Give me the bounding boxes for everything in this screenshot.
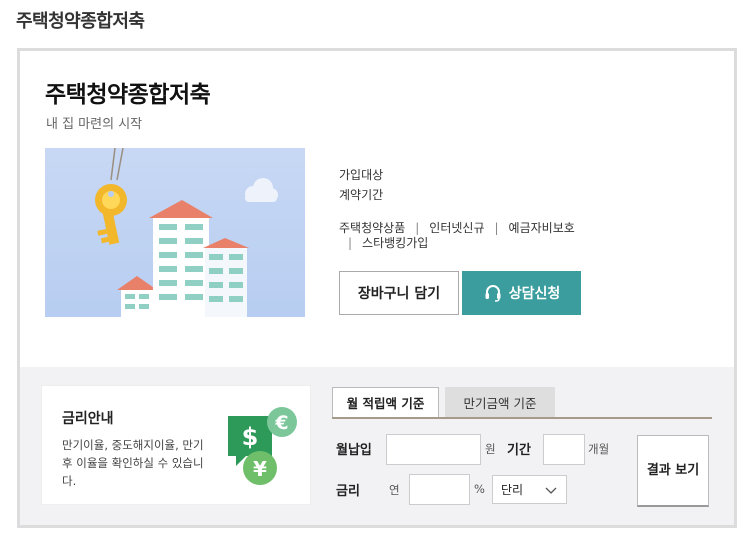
product-info-labels: 가입대상 계약기간 bbox=[339, 165, 383, 205]
house-key-illustration bbox=[95, 148, 278, 317]
rate-input[interactable] bbox=[409, 474, 470, 505]
info-label-eligibility: 가입대상 bbox=[339, 168, 384, 182]
month-unit: 개월 bbox=[588, 442, 610, 456]
period-input[interactable] bbox=[543, 434, 585, 465]
product-card: 주택청약종합저축 내 집 마련의 시작 가입대상 계약기간 주택청약상품 | 인… bbox=[17, 48, 737, 528]
percent-unit: % bbox=[474, 482, 485, 496]
interest-type-select[interactable]: 단리 bbox=[492, 475, 567, 504]
interest-type-value: 단리 bbox=[501, 483, 524, 497]
tab-monthly-deposit[interactable]: 월 적립액 기준 bbox=[332, 387, 439, 417]
page-heading: 주택청약종합저축 bbox=[16, 11, 145, 32]
rate-info-title: 금리안내 bbox=[62, 411, 114, 427]
product-illustration bbox=[45, 148, 305, 317]
rate-info-description: 만기이율, 중도해지이율, 만기후 이율을 확인하실 수 있습니다. bbox=[62, 438, 204, 488]
link-starbanking[interactable]: 스타뱅킹가입 bbox=[362, 236, 428, 250]
tab-underline bbox=[332, 417, 712, 419]
show-result-button[interactable]: 결과 보기 bbox=[637, 435, 709, 507]
consult-button[interactable]: 상담신청 bbox=[462, 271, 581, 315]
money-currency-icon: $ € ¥ bbox=[228, 407, 297, 485]
add-to-cart-button[interactable]: 장바구니 담기 bbox=[339, 271, 459, 315]
monthly-payment-label: 월납입 bbox=[336, 443, 372, 458]
svg-text:€: € bbox=[274, 412, 288, 434]
tab-maturity-amount[interactable]: 만기금액 기준 bbox=[445, 387, 555, 417]
won-unit: 원 bbox=[485, 442, 496, 456]
svg-text:¥: ¥ bbox=[253, 457, 267, 481]
product-title: 주택청약종합저축 bbox=[45, 82, 211, 108]
consult-button-label: 상담신청 bbox=[508, 286, 561, 302]
link-separator: | bbox=[494, 221, 499, 235]
link-separator: | bbox=[415, 221, 420, 235]
link-housing-subscription[interactable]: 주택청약상품 bbox=[339, 221, 405, 235]
monthly-payment-input[interactable] bbox=[386, 434, 481, 465]
annual-label: 연 bbox=[389, 483, 400, 497]
calculator-section: 금리안내 만기이율, 중도해지이율, 만기후 이율을 확인하실 수 있습니다. … bbox=[20, 367, 734, 525]
link-separator: | bbox=[348, 236, 353, 250]
svg-text:$: $ bbox=[242, 423, 259, 451]
rate-info-box: 금리안내 만기이율, 중도해지이율, 만기후 이율을 확인하실 수 있습니다. … bbox=[41, 385, 311, 505]
product-links: 주택청약상품 | 인터넷신규 | 예금자비보호 | 스타뱅킹가입 bbox=[339, 221, 629, 251]
product-subtitle: 내 집 마련의 시작 bbox=[46, 117, 143, 132]
link-internet-new[interactable]: 인터넷신규 bbox=[429, 221, 484, 235]
link-depositor-protection[interactable]: 예금자비보호 bbox=[509, 221, 575, 235]
period-label: 기간 bbox=[507, 443, 531, 458]
rate-label: 금리 bbox=[336, 484, 360, 499]
headset-icon bbox=[485, 285, 501, 302]
info-label-contract-period: 계약기간 bbox=[339, 188, 384, 202]
chevron-down-icon bbox=[545, 487, 557, 494]
